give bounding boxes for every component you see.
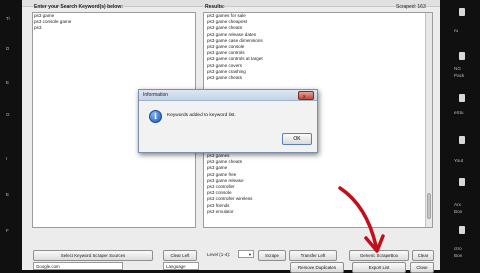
clear-left-button[interactable]: Clear Left xyxy=(163,250,197,261)
right-strip-label: Bon xyxy=(454,209,463,214)
left-strip-label: F xyxy=(6,228,9,233)
clear-right-button[interactable]: Clear xyxy=(412,250,434,261)
source-select[interactable]: Google.com xyxy=(33,262,123,270)
result-item[interactable]: ps3 game cheats xyxy=(206,75,263,81)
left-strip-label: G xyxy=(6,112,10,117)
close-button[interactable]: Close xyxy=(410,262,434,273)
right-strip-label: Pack xyxy=(454,73,465,78)
information-dialog: Information x i Keywords added to keywor… xyxy=(138,89,318,153)
left-desktop-strip: Ti D E G I E F xyxy=(0,0,22,270)
level-select[interactable]: ▼ xyxy=(238,250,254,258)
dialog-ok-button[interactable]: OK xyxy=(282,133,312,145)
left-strip-label: E xyxy=(6,192,10,197)
keyword-line: ps3 xyxy=(34,25,42,31)
dialog-message: Keywords added to keyword list. xyxy=(167,113,236,118)
select-scraper-sources-button[interactable]: Select Keyword Scraper Sources xyxy=(33,250,153,261)
left-strip-label: I xyxy=(6,156,8,161)
desktop-shortcut-icon xyxy=(459,226,465,234)
right-strip-label: Arx xyxy=(454,202,461,207)
chevron-down-icon: ▼ xyxy=(248,252,252,257)
result-item[interactable]: ps3 controller wireless xyxy=(206,196,252,202)
dialog-close-button[interactable]: x xyxy=(298,91,314,100)
left-strip-label: E xyxy=(6,80,10,85)
desktop-shortcut-icon xyxy=(459,94,465,102)
result-item[interactable]: ps3 game release dates xyxy=(206,32,263,38)
desktop-shortcut-icon xyxy=(459,178,465,186)
right-strip-label: eStu xyxy=(454,110,464,115)
desktop-shortcut-icon xyxy=(459,52,465,60)
info-icon: i xyxy=(149,110,162,123)
right-strip-label: ctro xyxy=(454,246,462,251)
right-strip-label: Yout xyxy=(454,158,464,163)
language-select-value: Language xyxy=(166,264,186,269)
close-icon: x xyxy=(303,94,306,100)
results-scroll-thumb[interactable] xyxy=(426,193,431,219)
keywords-label: Enter your Search Keyword(s) below: xyxy=(34,4,123,10)
source-select-value: Google.com xyxy=(36,264,60,269)
dialog-title-bar: Information x xyxy=(139,90,317,101)
right-desktop-strip: ru NG Pack eStu Yout Arx Bon ctro Bon xyxy=(440,0,480,270)
left-strip-label: D xyxy=(6,46,10,51)
scrape-button[interactable]: Scrape xyxy=(258,250,286,261)
right-strip-label: Bon xyxy=(454,253,463,258)
export-list-button[interactable]: Export List xyxy=(352,262,406,273)
right-strip-label: ru xyxy=(454,28,459,33)
dialog-title: Information xyxy=(143,92,169,98)
level-label: Level (1-4): xyxy=(207,252,231,257)
desktop-shortcut-icon xyxy=(459,8,465,16)
red-arrow-annotation xyxy=(338,186,385,253)
scraped-count: Scraped: 163 xyxy=(396,4,426,10)
language-select[interactable]: Language xyxy=(163,262,199,270)
result-item[interactable]: ps3 emulator xyxy=(206,209,252,215)
results-scrollbar[interactable] xyxy=(425,13,432,227)
desktop-shortcut-icon xyxy=(459,136,465,144)
remove-duplicates-button[interactable]: Remove Duplicates xyxy=(290,262,344,273)
right-strip-label: NG xyxy=(454,66,461,71)
results-label: Results: xyxy=(205,4,225,10)
result-item[interactable]: ps3 game controls at target xyxy=(206,56,263,62)
left-strip-label: Ti xyxy=(6,16,10,21)
